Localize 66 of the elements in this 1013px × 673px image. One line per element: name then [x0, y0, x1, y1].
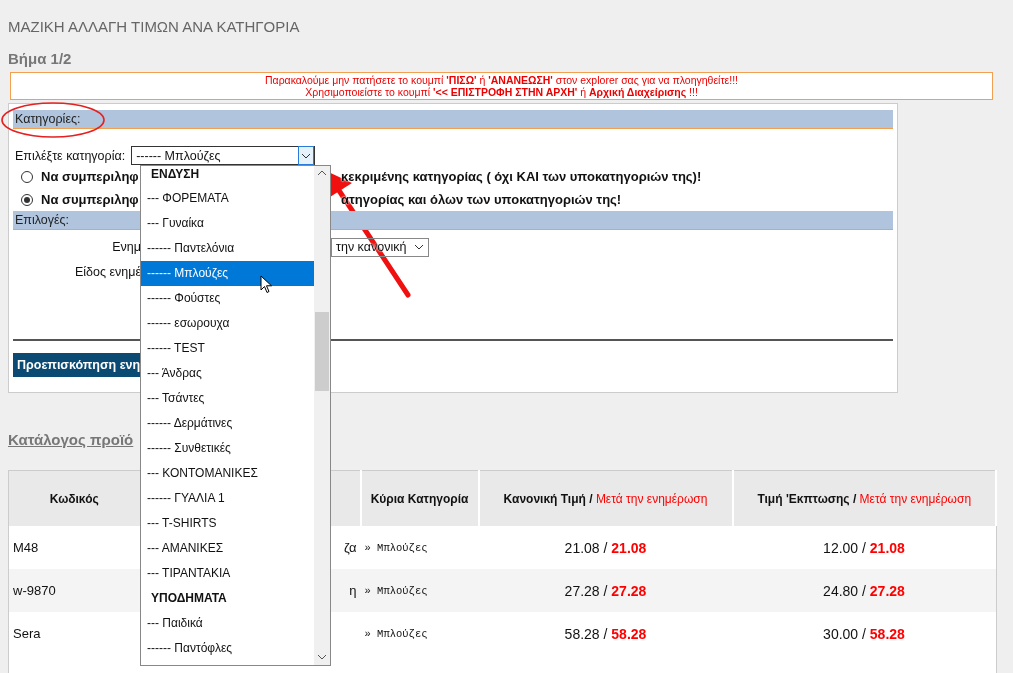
old-price: 27.28 / [564, 582, 608, 599]
column-header: Κωδικός [8, 470, 141, 526]
dropdown-item[interactable]: ------ Δερμάτινες [141, 411, 314, 436]
old-price: 21.08 / [564, 539, 608, 556]
catalog-link[interactable]: Κατάλογος προϊό [8, 431, 134, 448]
option-text: Να συμπεριληφ [41, 169, 140, 184]
old-price: 30.00 / [823, 625, 866, 642]
dropdown-item[interactable]: ------ TEST [141, 336, 314, 361]
table-cell: η [349, 583, 357, 598]
table-cell: M48 [8, 526, 141, 569]
caret-icon [414, 244, 424, 250]
section-header: Κατηγορίες: [13, 110, 893, 129]
dropdown-item[interactable]: --- ΚΟΝΤΟΜΑΝΙΚΕΣ [141, 461, 314, 486]
dropdown-item[interactable]: ------ Συνθετικές [141, 436, 314, 461]
dropdown-item[interactable]: --- T-SHIRTS [141, 511, 314, 536]
old-price: 24.80 / [823, 582, 866, 599]
table-cell: » Μπλούζες [360, 612, 479, 655]
table-cell: » Μπλούζες [360, 569, 479, 612]
new-price: 21.08 [611, 539, 647, 556]
dropdown-item[interactable]: ΥΠΟΔΗΜΑΤΑ [141, 586, 314, 611]
header-label: Κανονική Τιμή / [503, 491, 593, 506]
header-label: Μετά την ενημέρωση [595, 491, 708, 506]
warning-text: Παρακαλούμε μην πατήσετε το κουμπί 'ΠΙΣΩ' ή 'ΑΝΑΝΕΩΣΗ' στον explorer σας για να πλοηγηθείτε!!! [265, 74, 738, 86]
preview-button[interactable]: Προεπισκόπηση ενη [13, 353, 141, 377]
dropdown-item[interactable]: ΕΝΔΥΣΗ [141, 166, 314, 186]
dropdown-item[interactable]: --- Παιδικά [141, 611, 314, 636]
mouse-pointer-icon [260, 275, 274, 295]
table-cell: Sera [8, 612, 141, 655]
field-label: Επιλέξτε κατηγορία: [15, 148, 126, 163]
table-cell: w-9870 [8, 569, 141, 612]
page-title: ΜΑΖΙΚΗ ΑΛΛΑΓΗ ΤΙΜΩΝ ΑΝΑ ΚΑΤΗΓΟΡΙΑ [8, 18, 301, 37]
new-price: 27.28 [869, 582, 905, 599]
new-price: 21.08 [869, 539, 905, 556]
header-label: Μετά την ενημέρωση [859, 491, 972, 506]
dropdown-item[interactable]: --- ΦΟΡΕΜΑΤΑ [141, 186, 314, 211]
dropdown-item[interactable]: ------ εσωρουχα [141, 311, 314, 336]
old-price: 58.28 / [564, 625, 608, 642]
dropdown-item[interactable]: --- Τσάντες [141, 386, 314, 411]
column-header: Κύρια Κατηγορία [360, 470, 479, 526]
dropdown-item[interactable]: ------ Φούστες [141, 286, 314, 311]
new-price: 58.28 [611, 625, 647, 642]
table-cell: ζα [344, 540, 357, 555]
new-price: 27.28 [611, 582, 647, 599]
option-text: κεκριμένης κατηγορίας ( όχι ΚΑΙ των υποκατηγοριών της)! [341, 169, 702, 184]
caret-icon [298, 146, 315, 165]
option-text: Να συμπεριληφ [41, 192, 140, 207]
category-select[interactable]: ------ Μπλούζες [131, 146, 316, 165]
dropdown-item[interactable]: ------ ΓΥΑΛΙΑ 1 [141, 486, 314, 511]
dropdown-item[interactable]: ------ Παντόφλες [141, 636, 314, 661]
field-label: Είδος ενημέ [73, 265, 141, 279]
dropdown-item[interactable]: --- ΤΙΡΑΝΤΑΚΙΑ [141, 561, 314, 586]
scroll-thumb[interactable] [315, 312, 329, 391]
dropdown-item[interactable]: ------ Μπλούζες [141, 261, 314, 286]
old-price: 12.00 / [823, 539, 866, 556]
dropdown-item[interactable]: ------ Παντελόνια [141, 236, 314, 261]
header-label: Τιμή 'Εκπτωσης / [757, 491, 857, 506]
warning-text: Χρησιμοποιείστε το κουμπί '<< ΕΠΙΣΤΡΟΦΗ ΣΤΗΝ ΑΡΧΗ' ή Αρχική Διαχείρισης !!! [305, 86, 698, 98]
dropdown-item[interactable]: --- ΑΜΑΝΙΚΕΣ [141, 536, 314, 561]
field-label: Ενημ [111, 240, 141, 254]
step-heading: Βήμα 1/2 [8, 50, 73, 69]
dropdown-item[interactable]: --- Άνδρας [141, 361, 314, 386]
scrollbar[interactable] [314, 166, 330, 665]
scroll-down-icon[interactable] [317, 654, 327, 660]
new-price: 58.28 [869, 625, 905, 642]
scroll-up-icon[interactable] [317, 170, 327, 176]
table-cell: » Μπλούζες [360, 526, 479, 569]
